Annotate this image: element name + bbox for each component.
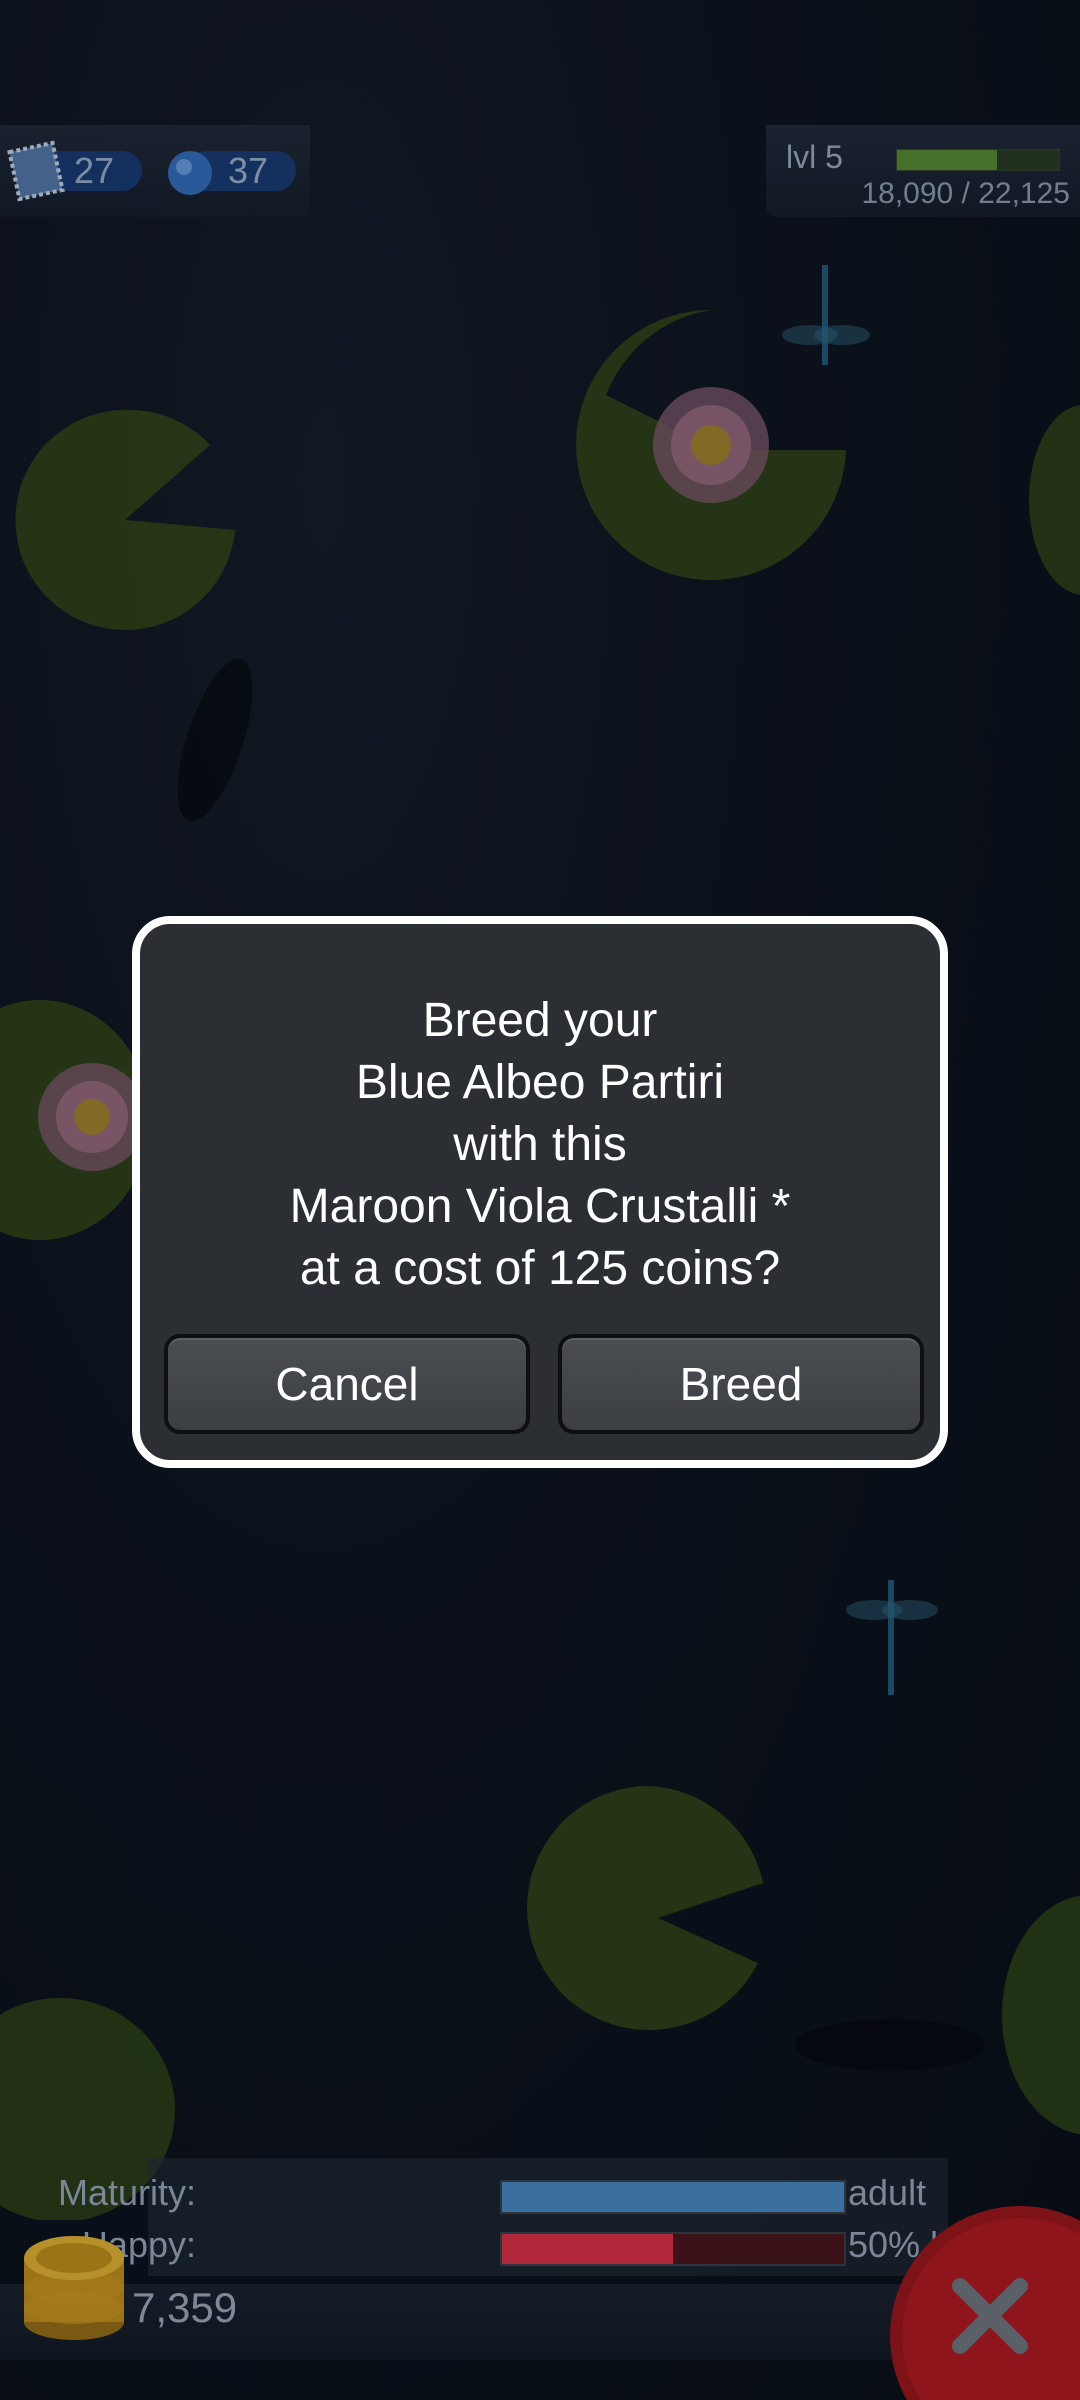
breed-button[interactable]: Breed [558,1334,924,1434]
gem-icon [168,151,212,195]
fish-status-panel: Maturity: adult Happy: 50% happy [58,2158,1028,2276]
dialog-line: Breed your [422,994,658,1047]
coin-stack-icon [24,2236,124,2340]
maturity-bar [500,2180,846,2214]
dialog-line: with this [453,1118,627,1171]
stamp-icon [7,140,65,202]
cancel-button[interactable]: Cancel [164,1334,530,1434]
dialog-line: Maroon Viola Crustalli * [289,1180,791,1233]
maturity-label: Maturity: [57,2172,196,2213]
currency-panel: 27 37 [0,125,310,217]
gem-counter: 37 [158,143,296,199]
xp-progress-bar [896,149,1060,171]
xp-text: 18,090 / 22,125 [861,177,1070,210]
happy-bar [500,2232,846,2266]
dialog-message: Breed your Blue Albeo Partiri with this … [140,990,940,1300]
gem-count: 37 [228,150,269,191]
close-icon[interactable] [880,2196,1080,2400]
stamp-count: 27 [74,150,115,191]
stamp-counter: 27 [4,140,142,202]
level-label: lvl 5 [786,139,843,175]
dialog-line: at a cost of 125 coins? [299,1242,781,1295]
level-panel: lvl 5 18,090 / 22,125 [766,125,1080,217]
coin-count: 7,359 [132,2284,238,2331]
dialog-line: Blue Albeo Partiri [355,1056,725,1109]
breed-confirm-dialog: Breed your Blue Albeo Partiri with this … [132,916,948,1468]
